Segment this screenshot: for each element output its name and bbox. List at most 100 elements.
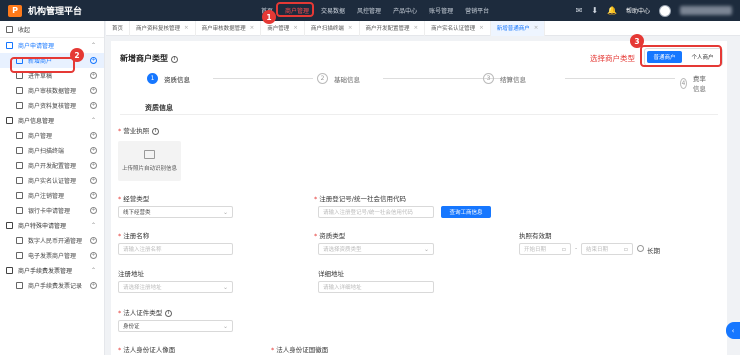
id-front-label-text: 法人身份证人像面 [123,346,176,354]
tab-add-normal-merchant[interactable]: 新增普通商户 × [490,20,546,36]
add-tab-icon[interactable]: + [90,87,97,94]
close-icon[interactable]: × [534,25,539,31]
query-business-info-button[interactable]: 查询工商信息 [441,206,491,218]
step-indicator: 1 资质信息 2 基础信息 3 结算信息 4 费率信息 [147,73,707,93]
chevron-up-icon: ⌃ [90,42,96,49]
reg-no-input[interactable]: 请输入注册登记号/统一社会信用代码 [318,206,434,218]
reg-addr-select[interactable]: 请选择注册地址 ⌄ [118,281,233,293]
add-tab-icon[interactable]: + [90,207,97,214]
nav-risk-control[interactable]: 风控管理 [351,0,387,21]
sidebar-collapse-toggle[interactable]: 收起 [0,21,104,38]
biz-type-select[interactable]: 线下经营类 ⌄ [118,206,233,218]
sidebar-item-fee-invoice-record[interactable]: 商户手续费发票记录 + [0,278,104,293]
brand-name: 机构管理平台 [28,7,83,17]
doc-icon [16,102,23,109]
nav-marketing-platform[interactable]: 营销平台 [459,0,495,21]
sidebar-group-special-application[interactable]: 商户特殊申请管理 ⌃ [0,218,104,233]
folder-icon [6,117,13,124]
id-front-label: * 法人身份证人像面 [118,346,176,354]
sidebar-item-label: 商户实名认证管理 [28,178,77,185]
reg-addr-label: 注册地址 [118,270,144,278]
step-number: 2 [317,73,328,84]
sidebar-group-fee-invoice[interactable]: 商户手续费发票管理 ⌃ [0,263,104,278]
tab-home[interactable]: 首页 [106,20,131,36]
username-blurred[interactable] [680,6,732,15]
add-tab-icon[interactable]: + [90,72,97,79]
close-icon[interactable]: × [414,25,419,31]
sidebar-group-merchant-application[interactable]: 商户申请管理 ⌃ [0,38,104,53]
close-icon[interactable]: × [293,25,298,31]
detail-addr-input[interactable]: 请输入详细地址 [318,281,434,293]
close-icon[interactable]: × [250,25,255,31]
add-tab-icon[interactable]: + [90,102,97,109]
sidebar-item-deregistration[interactable]: 商户注销管理 + [0,188,104,203]
tab-dev-config[interactable]: 商户开发配置管理 × [360,20,426,36]
qual-type-label: * 资质类型 [314,232,346,240]
sidebar-item-label: 数字人民币开通管理 [28,238,83,245]
reg-addr-placeholder: 请选择注册地址 [123,285,162,291]
add-tab-icon[interactable]: + [90,192,97,199]
step-label: 结算信息 [500,75,526,84]
add-tab-icon[interactable]: + [90,57,97,64]
add-tab-icon[interactable]: + [90,237,97,244]
add-tab-icon[interactable]: + [90,282,97,289]
bell-icon[interactable]: 🔔 [607,6,617,15]
tab-realname-auth[interactable]: 商户实名认证管理 × [425,20,491,36]
mail-icon[interactable]: ✉ [576,6,583,15]
tab-label: 首页 [112,26,124,32]
add-tab-icon[interactable]: + [90,252,97,259]
sidebar-item-merchant-management[interactable]: 商户管理 + [0,128,104,143]
doc-icon [16,192,23,199]
float-expand-button[interactable]: ‹ [726,322,740,339]
sidebar-item-digital-rmb[interactable]: 数字人民币开通管理 + [0,233,104,248]
end-date-placeholder: 结束日期 [586,247,609,253]
close-icon[interactable]: × [348,25,353,31]
sidebar-item-realname-auth[interactable]: 商户实名认证管理 + [0,173,104,188]
reg-no-label: * 注册登记号/统一社会信用代码 [314,195,406,203]
validity-label: 执照有效期 [519,232,552,240]
close-icon[interactable]: × [479,25,484,31]
validity-end-input[interactable]: 结束日期 ▫ [581,243,633,255]
biz-type-value: 线下经营类 [123,210,151,216]
license-upload-area[interactable]: 上传照片自动识别信息 [118,141,181,181]
sidebar-item-recheck[interactable]: 商户资料复核管理 + [0,98,104,113]
main-panel: 新增商户类型 i 选择商户类型 普通商户 个人商户 1 资质信息 2 基础信息 3 结算… [111,41,727,355]
add-tab-icon[interactable]: + [90,147,97,154]
step-3: 3 结算信息 [483,73,526,84]
doc-icon [16,237,23,244]
reg-name-input[interactable]: 请输入注册名称 [118,243,233,255]
sidebar-item-scan-terminal[interactable]: 商户扫描终端 + [0,143,104,158]
info-icon[interactable]: i [165,310,173,317]
add-tab-icon[interactable]: + [90,132,97,139]
qual-type-select[interactable]: 请选择资质类型 ⌄ [318,243,434,255]
start-date-placeholder: 开始日期 [524,247,547,253]
sidebar-item-e-invoice[interactable]: 电子发票商户管理 + [0,248,104,263]
info-icon[interactable]: i [152,128,160,135]
add-tab-icon[interactable]: + [90,162,97,169]
help-center-link[interactable]: 帮助中心 [626,6,650,15]
nav-transaction-data[interactable]: 交易数据 [315,0,351,21]
close-icon[interactable]: × [184,25,189,31]
info-icon[interactable]: i [171,56,178,63]
tab-recheck[interactable]: 商户资料复核管理 × [130,20,196,36]
sidebar-group-merchant-info[interactable]: 商户信息管理 ⌃ [0,113,104,128]
step-label: 费率信息 [692,75,706,93]
download-icon[interactable]: ⬇ [591,6,598,15]
id-type-select[interactable]: 身份证 ⌄ [118,320,233,332]
validity-start-input[interactable]: 开始日期 ▫ [519,243,571,255]
biz-type-label: * 经营类型 [118,195,150,203]
sidebar-item-dev-config[interactable]: 商户开发配置管理 + [0,158,104,173]
tab-scan-terminal[interactable]: 商户扫描终端 × [305,20,360,36]
id-back-label: * 法人身份证国徽面 [271,346,329,354]
id-type-value: 身份证 [123,324,140,330]
sidebar-item-review-data[interactable]: 商户审核数据管理 + [0,83,104,98]
avatar[interactable] [659,4,671,17]
sidebar-item-bank-card[interactable]: 银行卡申请管理 + [0,203,104,218]
reg-no-label-text: 注册登记号/统一社会信用代码 [319,195,406,203]
chevron-up-icon: ⌃ [90,267,96,274]
nav-product-center[interactable]: 产品中心 [387,0,423,21]
nav-account-management[interactable]: 账号管理 [423,0,459,21]
tab-review-data[interactable]: 商户审核数据管理 × [196,20,262,36]
long-term-radio[interactable] [637,245,644,252]
add-tab-icon[interactable]: + [90,177,97,184]
